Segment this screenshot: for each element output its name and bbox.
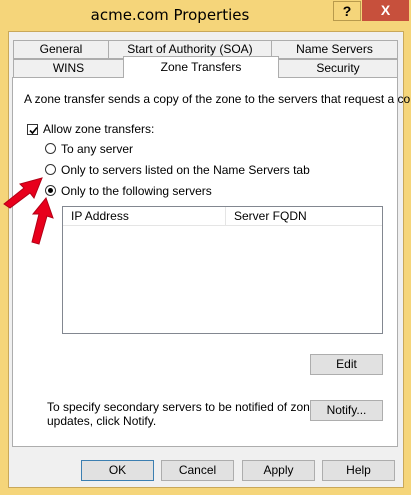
radio-name-servers-tab-label: Only to servers listed on the Name Serve… [61, 163, 310, 177]
list-header: IP Address Server FQDN [63, 207, 382, 226]
tab-general[interactable]: General [13, 40, 109, 59]
servers-list[interactable]: IP Address Server FQDN [62, 206, 383, 334]
edit-button[interactable]: Edit [310, 354, 383, 375]
checkmark-icon [29, 126, 38, 135]
allow-zone-transfers-label: Allow zone transfers: [43, 122, 155, 136]
notify-text-line2: updates, click Notify. [47, 414, 157, 428]
window-title: acme.com Properties [90, 6, 250, 24]
radio-following-servers-label: Only to the following servers [61, 184, 212, 198]
help-button[interactable]: Help [322, 460, 395, 481]
ok-button[interactable]: OK [81, 460, 154, 481]
tab-security[interactable]: Security [278, 59, 398, 78]
radio-selected-dot [48, 188, 53, 193]
allow-zone-transfers-checkbox[interactable] [27, 124, 38, 135]
red-arrow-icon [31, 196, 54, 245]
help-title-button[interactable]: ? [333, 1, 361, 21]
tab-name-servers[interactable]: Name Servers [271, 40, 398, 59]
radio-any-server[interactable] [45, 143, 56, 154]
notify-text-line1: To specify secondary servers to be notif… [47, 400, 317, 414]
column-server-fqdn[interactable]: Server FQDN [226, 207, 382, 226]
column-ip-address[interactable]: IP Address [63, 207, 226, 226]
radio-any-server-label: To any server [61, 142, 134, 156]
zone-transfer-description: A zone transfer sends a copy of the zone… [24, 92, 411, 106]
cancel-button[interactable]: Cancel [161, 460, 234, 481]
notify-button[interactable]: Notify... [310, 400, 383, 421]
tab-zone-transfers[interactable]: Zone Transfers [123, 56, 279, 78]
apply-button[interactable]: Apply [242, 460, 315, 481]
title-bar[interactable]: acme.com Properties ? X [0, 0, 411, 32]
radio-following-servers[interactable] [45, 185, 56, 196]
radio-name-servers-tab[interactable] [45, 164, 56, 175]
close-button[interactable]: X [362, 0, 409, 21]
tab-wins[interactable]: WINS [13, 59, 124, 78]
